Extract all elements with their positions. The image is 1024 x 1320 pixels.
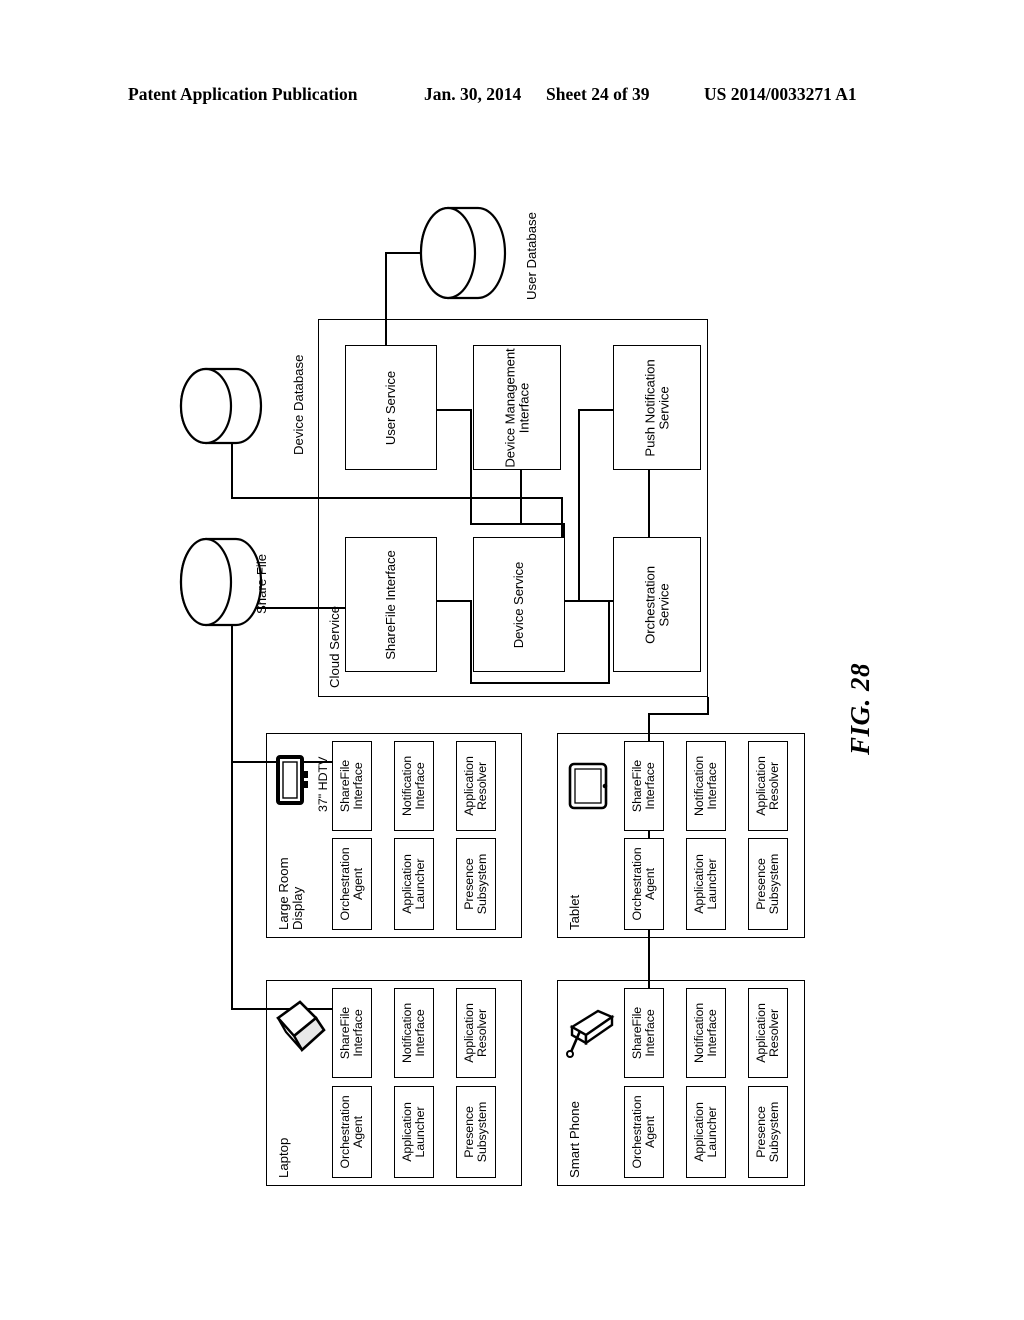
component-label: Application Launcher — [400, 854, 427, 914]
service-orchestration-service[interactable]: Orchestration Service — [613, 537, 701, 672]
device-panel-label: Smart Phone — [567, 1101, 582, 1178]
component-notification-interface[interactable]: Notification Interface — [394, 741, 434, 831]
component-application-launcher[interactable]: Application Launcher — [394, 1086, 434, 1178]
smartphone-icon — [562, 1005, 618, 1063]
user-database-cylinder — [418, 205, 508, 301]
component-label: Application Resolver — [754, 1003, 781, 1063]
connector-right-bus — [648, 713, 709, 715]
component-presence-subsystem[interactable]: Presence Subsystem — [456, 1086, 496, 1178]
tablet-icon — [568, 762, 612, 810]
component-application-resolver[interactable]: Application Resolver — [456, 741, 496, 831]
component-notification-interface[interactable]: Notification Interface — [686, 988, 726, 1078]
connector-device-database-drop — [231, 437, 233, 499]
component-orchestration-agent[interactable]: Orchestration Agent — [624, 838, 664, 930]
component-orchestration-agent[interactable]: Orchestration Agent — [332, 1086, 372, 1178]
component-label: Notification Interface — [692, 755, 719, 817]
component-label: ShareFile Interface — [338, 1006, 365, 1060]
component-label: Notification Interface — [400, 755, 427, 817]
service-label: Device Service — [511, 561, 527, 648]
device-panel-label: Large Room Display — [276, 857, 305, 930]
component-application-resolver[interactable]: Application Resolver — [456, 988, 496, 1078]
service-push-notification-service[interactable]: Push Notification Service — [613, 345, 701, 470]
component-label: Presence Subsystem — [754, 853, 781, 915]
component-label: Application Resolver — [754, 756, 781, 816]
component-sharefile-interface[interactable]: ShareFile Interface — [332, 741, 372, 831]
component-application-launcher[interactable]: Application Launcher — [686, 1086, 726, 1178]
component-notification-interface[interactable]: Notification Interface — [686, 741, 726, 831]
component-application-launcher[interactable]: Application Launcher — [394, 838, 434, 930]
cloud-service-label: Cloud Service — [327, 605, 342, 688]
component-label: Presence Subsystem — [462, 1101, 489, 1163]
component-label: Orchestration Agent — [338, 1095, 365, 1169]
device-database-cylinder — [179, 366, 266, 446]
component-label: Notification Interface — [400, 1002, 427, 1064]
component-application-resolver[interactable]: Application Resolver — [748, 741, 788, 831]
service-label: User Service — [383, 370, 399, 445]
component-presence-subsystem[interactable]: Presence Subsystem — [748, 1086, 788, 1178]
component-label: ShareFile Interface — [338, 759, 365, 813]
service-device-service[interactable]: Device Service — [473, 537, 565, 672]
device-database-label: Device Database — [291, 354, 306, 455]
component-notification-interface[interactable]: Notification Interface — [394, 988, 434, 1078]
component-application-launcher[interactable]: Application Launcher — [686, 838, 726, 930]
component-label: Orchestration Agent — [630, 1095, 657, 1169]
component-label: Application Launcher — [400, 1102, 427, 1162]
component-label: ShareFile Interface — [630, 759, 657, 813]
component-presence-subsystem[interactable]: Presence Subsystem — [748, 838, 788, 930]
component-label: Application Launcher — [692, 1102, 719, 1162]
figure-label: FIG. 28 — [845, 662, 875, 755]
service-user-service[interactable]: User Service — [345, 345, 437, 470]
component-label: Application Resolver — [462, 756, 489, 816]
user-database-label: User Database — [524, 212, 539, 300]
service-label: ShareFile Interface — [383, 549, 399, 660]
component-orchestration-agent[interactable]: Orchestration Agent — [624, 1086, 664, 1178]
component-label: Orchestration Agent — [630, 847, 657, 921]
service-sharefile-interface[interactable]: ShareFile Interface — [345, 537, 437, 672]
component-label: Orchestration Agent — [338, 847, 365, 921]
connector-left-bus — [231, 607, 233, 1010]
service-label: Push Notification Service — [642, 358, 671, 457]
component-label: Presence Subsystem — [462, 853, 489, 915]
component-orchestration-agent[interactable]: Orchestration Agent — [332, 838, 372, 930]
hdtv-icon — [276, 755, 310, 805]
component-application-resolver[interactable]: Application Resolver — [748, 988, 788, 1078]
component-sharefile-interface[interactable]: ShareFile Interface — [624, 988, 664, 1078]
device-panel-label: Tablet — [567, 894, 582, 930]
patent-figure-28: FIG. 28 Cloud Service User Service Devic… — [0, 0, 1024, 1320]
component-label: Notification Interface — [692, 1002, 719, 1064]
component-label: ShareFile Interface — [630, 1006, 657, 1060]
device-panel-label: Laptop — [276, 1137, 291, 1178]
component-sharefile-interface[interactable]: ShareFile Interface — [624, 741, 664, 831]
component-label: Application Resolver — [462, 1003, 489, 1063]
hdtv-icon-label: 37" HDTV — [316, 756, 330, 812]
service-label: Device Management Interface — [502, 347, 531, 468]
component-presence-subsystem[interactable]: Presence Subsystem — [456, 838, 496, 930]
component-label: Application Launcher — [692, 854, 719, 914]
laptop-icon — [272, 1000, 328, 1062]
share-file-label: Share File — [254, 553, 269, 614]
component-label: Presence Subsystem — [754, 1101, 781, 1163]
service-device-management-interface[interactable]: Device Management Interface — [473, 345, 561, 470]
service-label: Orchestration Service — [642, 565, 671, 644]
component-sharefile-interface[interactable]: ShareFile Interface — [332, 988, 372, 1078]
